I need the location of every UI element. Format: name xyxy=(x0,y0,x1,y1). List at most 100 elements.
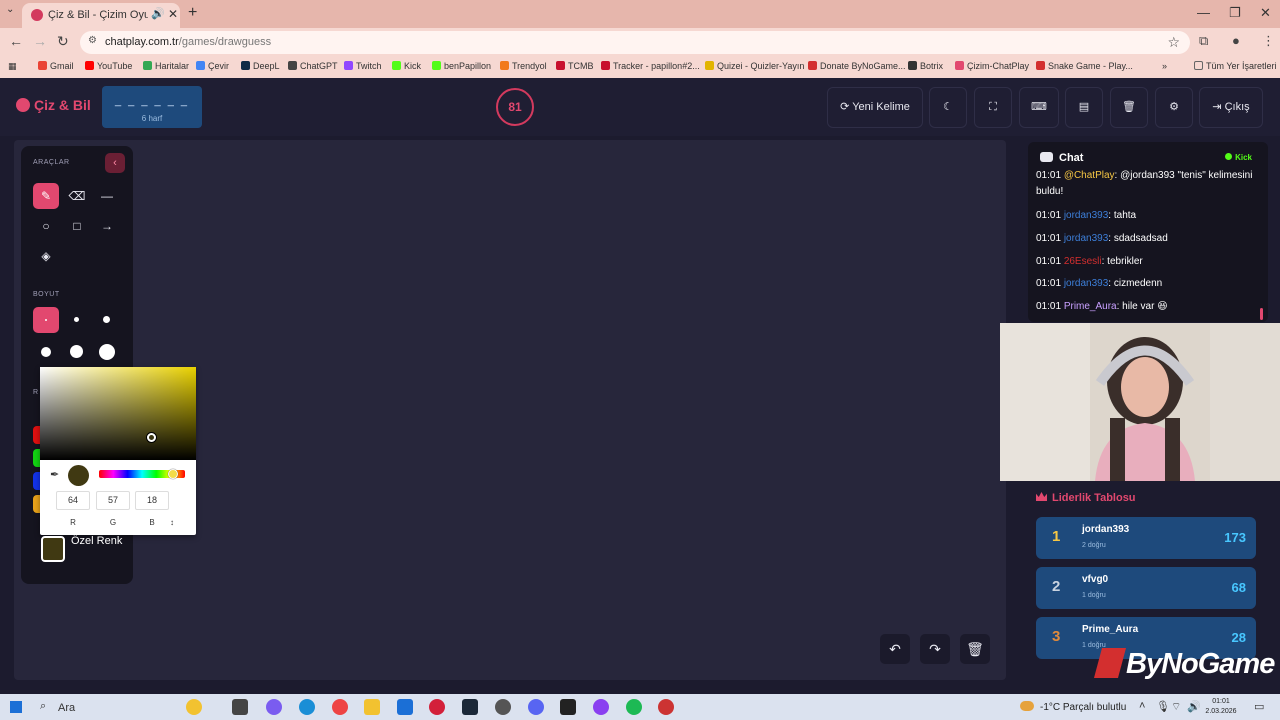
bookmark-item[interactable]: Çizim-ChatPlay xyxy=(955,61,1029,71)
task-view-icon[interactable] xyxy=(232,699,248,715)
fullscreen-button[interactable]: ⛶ xyxy=(974,87,1012,128)
message-username[interactable]: 26Esesli xyxy=(1064,256,1102,267)
new-tab-button[interactable]: + xyxy=(188,4,197,22)
browser-menu-icon[interactable]: ⋮ xyxy=(1262,33,1275,49)
message-username[interactable]: jordan393 xyxy=(1064,233,1108,244)
network-icon[interactable]: ⌔ xyxy=(1171,700,1181,714)
address-bar[interactable]: ⚙ chatplay.com.tr/games/drawguess ☆ xyxy=(80,31,1190,54)
settings-button[interactable]: ⚙ xyxy=(1155,87,1193,128)
bookmark-item[interactable]: Kick xyxy=(392,61,421,71)
capcut-icon[interactable] xyxy=(560,699,576,715)
fill-bucket-tool-button[interactable]: ◈ xyxy=(33,243,59,269)
collapse-panel-button[interactable]: ‹ xyxy=(105,153,125,173)
redo-button[interactable]: ↷ xyxy=(920,634,950,664)
reload-icon[interactable]: ↻ xyxy=(57,33,69,50)
apps-icon[interactable]: ▦ xyxy=(8,61,17,72)
size-1-button[interactable] xyxy=(33,307,59,333)
windows-start-icon[interactable] xyxy=(10,701,22,713)
size-6-button[interactable] xyxy=(94,339,120,365)
archive-button[interactable]: ▤ xyxy=(1065,87,1103,128)
weather-widget[interactable]: -1°C Parçalı bulutlu xyxy=(1020,701,1126,713)
chat-scrollbar[interactable] xyxy=(1260,308,1263,320)
all-bookmarks[interactable]: Tüm Yer İşaretleri xyxy=(1194,61,1277,71)
back-icon[interactable]: ← xyxy=(9,33,23,49)
copilot-icon[interactable] xyxy=(266,699,282,715)
bookmark-item[interactable]: Botrix xyxy=(908,61,943,71)
volume-icon[interactable]: 🔊 xyxy=(1187,700,1201,713)
blue-input[interactable]: 18 xyxy=(135,491,169,510)
obs-icon[interactable] xyxy=(593,699,609,715)
tab-search-button[interactable]: ⌄ xyxy=(6,4,20,22)
close-tab-icon[interactable]: ✕ xyxy=(168,7,178,21)
bookmark-item[interactable]: Haritalar xyxy=(143,61,189,71)
format-toggle-icon[interactable]: ↕ xyxy=(155,518,189,527)
bookmark-item[interactable]: ChatGPT xyxy=(288,61,338,71)
saturation-value-area[interactable] xyxy=(40,367,196,460)
discord-icon[interactable] xyxy=(528,699,544,715)
app-icon[interactable] xyxy=(495,699,511,715)
line-tool-button[interactable]: — xyxy=(94,183,120,209)
file-explorer-icon[interactable] xyxy=(364,699,380,715)
speaker-icon[interactable]: 🔊 xyxy=(151,7,165,20)
browser-tab[interactable]: Çiz & Bil - Çizim Oyunu 🔊 ✕ xyxy=(22,3,180,28)
copilot-sparkle-icon[interactable] xyxy=(186,699,202,715)
recorder-icon[interactable] xyxy=(658,699,674,715)
bookmark-item[interactable]: Donate ByNoGame... xyxy=(808,61,906,71)
green-input[interactable]: 57 xyxy=(96,491,130,510)
hue-slider-handle[interactable] xyxy=(168,469,178,479)
eraser-tool-button[interactable]: ⌫ xyxy=(64,183,90,209)
custom-color-swatch[interactable] xyxy=(41,536,65,562)
opera-icon[interactable] xyxy=(429,699,445,715)
bookmark-star-icon[interactable]: ☆ xyxy=(1167,34,1180,51)
saturation-cursor[interactable] xyxy=(147,433,156,442)
bookmark-item[interactable]: Snake Game - Play... xyxy=(1036,61,1133,71)
size-5-button[interactable] xyxy=(64,339,90,365)
arrow-tool-button[interactable]: → xyxy=(94,213,120,239)
bookmark-item[interactable]: Quizei - Quizler-Yayın xyxy=(705,61,804,71)
bookmark-item[interactable]: Çevir xyxy=(196,61,229,71)
tray-chevron-icon[interactable]: ˄ xyxy=(1139,700,1145,712)
minimize-button[interactable]: — xyxy=(1197,5,1210,20)
clear-canvas-button[interactable]: 🗑 xyxy=(960,634,990,664)
undo-button[interactable]: ↶ xyxy=(880,634,910,664)
bookmark-item[interactable]: Gmail xyxy=(38,61,74,71)
bookmark-item[interactable]: DeepL xyxy=(241,61,280,71)
red-input[interactable]: 64 xyxy=(56,491,90,510)
microphone-icon[interactable]: 🎙 xyxy=(1156,700,1170,713)
site-info-icon[interactable]: ⚙ xyxy=(88,35,102,49)
mail-icon[interactable] xyxy=(397,699,413,715)
chrome-icon[interactable] xyxy=(332,699,348,715)
edge-icon[interactable] xyxy=(299,699,315,715)
message-username[interactable]: jordan393 xyxy=(1064,210,1108,221)
forward-icon[interactable]: → xyxy=(33,33,47,49)
size-2-button[interactable] xyxy=(64,307,90,333)
exit-button[interactable]: ⇥ Çıkış xyxy=(1199,87,1263,128)
maximize-button[interactable]: ❐ xyxy=(1229,5,1241,21)
message-username[interactable]: @ChatPlay xyxy=(1064,170,1115,181)
dark-mode-button[interactable]: ☾ xyxy=(929,87,967,128)
spotify-icon[interactable] xyxy=(626,699,642,715)
bookmark-item[interactable]: benPapillon xyxy=(432,61,491,71)
eyedropper-icon[interactable]: ✒ xyxy=(50,468,59,481)
notification-icon[interactable]: ▭ xyxy=(1254,700,1264,713)
close-window-button[interactable]: ✕ xyxy=(1260,5,1271,21)
bookmark-item[interactable]: YouTube xyxy=(85,61,132,71)
new-word-button[interactable]: ⟳ Yeni Kelime xyxy=(827,87,923,128)
extensions-icon[interactable]: ⧉ xyxy=(1199,33,1208,49)
message-username[interactable]: jordan393 xyxy=(1064,278,1108,289)
size-4-button[interactable] xyxy=(33,339,59,365)
bookmark-item[interactable]: Tracker - papillon#2... xyxy=(601,61,700,71)
message-username[interactable]: Prime_Aura xyxy=(1064,301,1117,312)
delete-button[interactable]: 🗑 xyxy=(1110,87,1148,128)
profile-avatar[interactable]: ● xyxy=(1232,33,1240,48)
bookmark-item[interactable]: Trendyol xyxy=(500,61,547,71)
rectangle-tool-button[interactable]: □ xyxy=(64,213,90,239)
bookmark-item[interactable]: Twitch xyxy=(344,61,382,71)
taskbar-clock[interactable]: 01:01 2.03.2026 xyxy=(1204,697,1238,717)
keyboard-button[interactable]: ⌨ xyxy=(1019,87,1059,128)
circle-tool-button[interactable]: ○ xyxy=(33,213,59,239)
bookmark-item[interactable]: TCMB xyxy=(556,61,594,71)
brush-tool-button[interactable]: ✎ xyxy=(33,183,59,209)
more-bookmarks-icon[interactable]: » xyxy=(1162,61,1167,71)
steam-icon[interactable] xyxy=(462,699,478,715)
